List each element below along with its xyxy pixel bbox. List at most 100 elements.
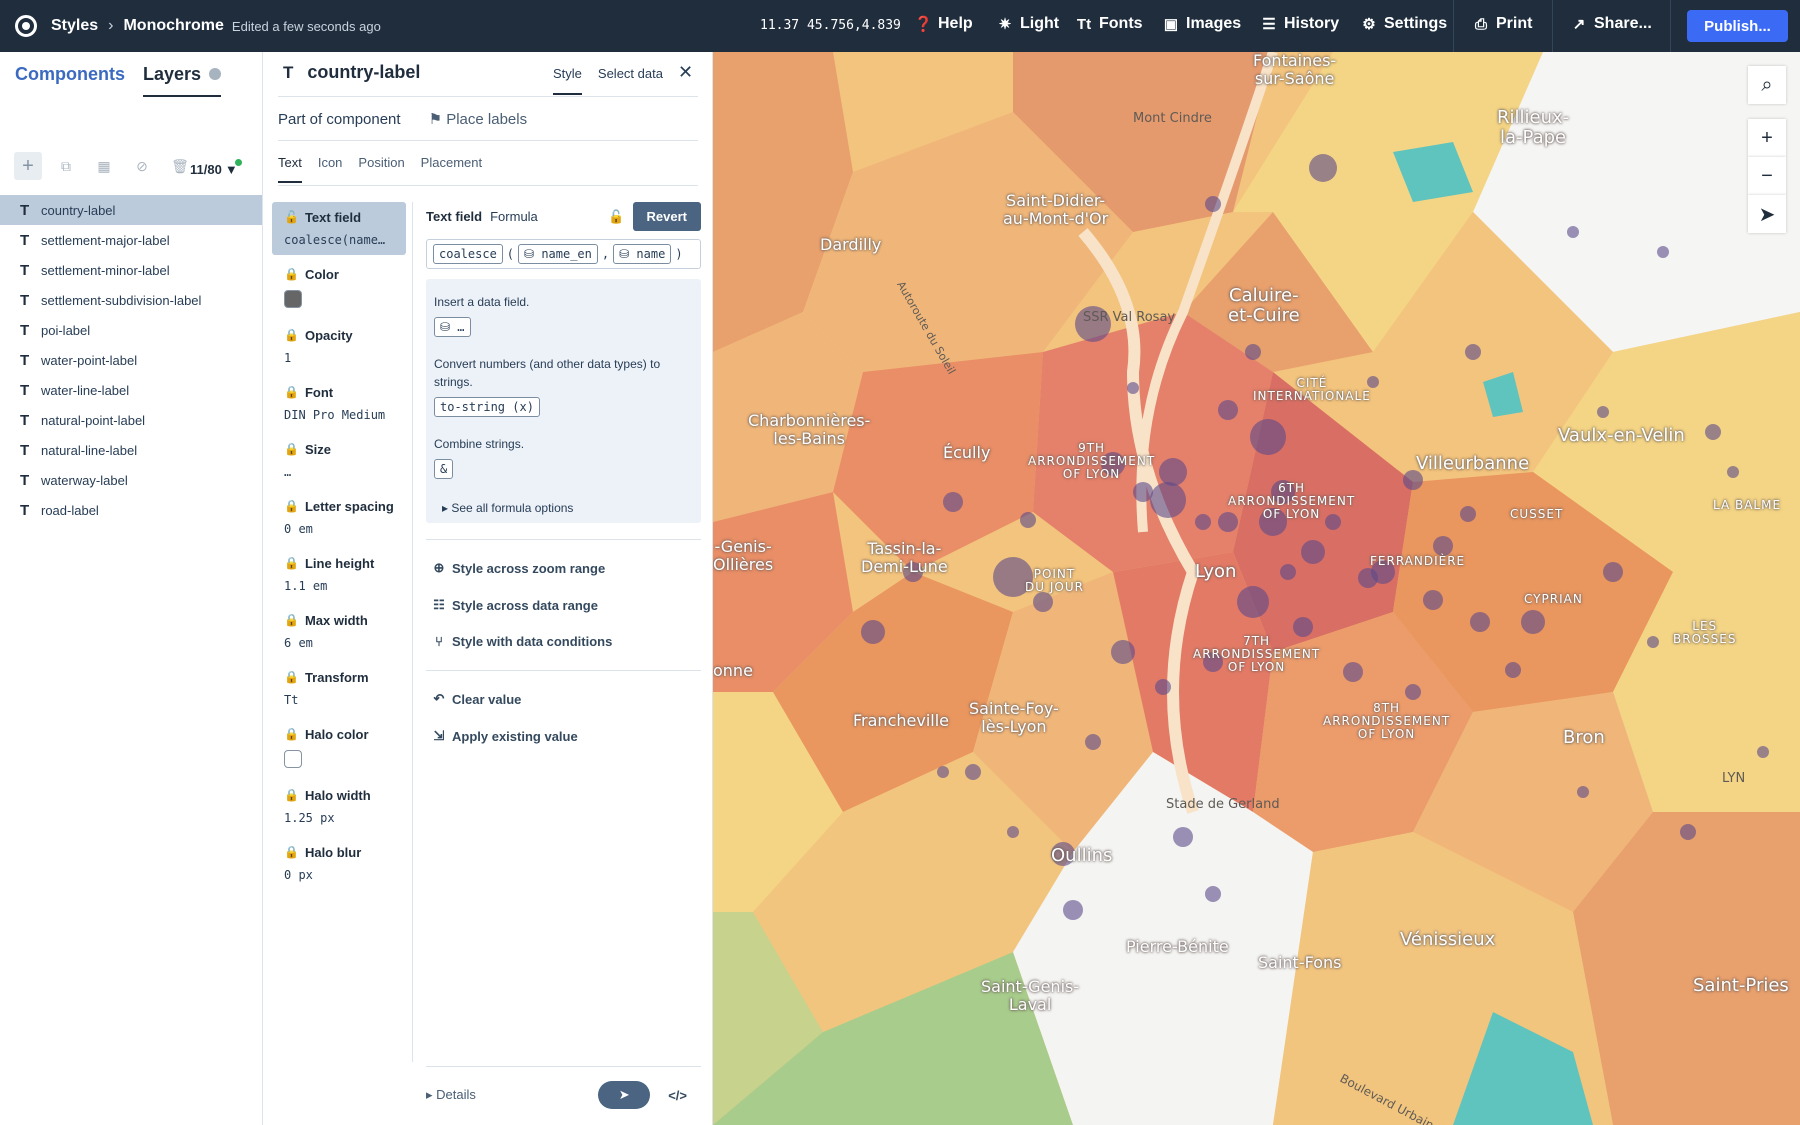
place-label: Bron — [1563, 727, 1605, 748]
clear-value-button[interactable]: ↶ Clear value — [426, 691, 701, 707]
app-logo-icon[interactable] — [15, 15, 37, 37]
edit-status: Edited a few seconds ago — [231, 18, 381, 34]
data-circle — [1085, 734, 1101, 750]
place-label: 7TH ARRONDISSEMENT OF LYON — [1193, 634, 1321, 675]
layer-label: settlement-subdivision-label — [41, 292, 202, 308]
property-value: Tt — [284, 693, 299, 707]
property-item[interactable]: 🔒 Letter spacing 0 em — [272, 491, 406, 544]
unlock-icon[interactable]: 🔓 — [608, 209, 624, 225]
property-detail: Text field Formula 🔓 Revert coalesce( ⛁ … — [426, 202, 701, 765]
close-icon[interactable]: ✕ — [678, 62, 693, 83]
style-data-conditions-button[interactable]: ⑂ Style with data conditions — [426, 634, 701, 649]
combine-chip[interactable]: & — [434, 459, 454, 479]
layer-item[interactable]: Troad-label — [0, 495, 262, 525]
property-item[interactable]: 🔒 Transform Tt — [272, 662, 406, 715]
style-name[interactable]: Monochrome — [123, 17, 223, 35]
layer-item[interactable]: Twater-line-label — [0, 375, 262, 405]
revert-button[interactable]: Revert — [632, 202, 701, 231]
color-swatch[interactable] — [284, 750, 302, 768]
history-button[interactable]: ☰ History — [1260, 15, 1339, 33]
layer-item[interactable]: Tsettlement-subdivision-label — [0, 285, 262, 315]
property-item[interactable]: 🔒 Color — [272, 259, 406, 316]
lock-icon: 🔒 — [284, 442, 299, 456]
map-canvas[interactable]: Fontaines- sur-Saône Rillieux- la-Pape M… — [713, 52, 1800, 1125]
data-circle — [943, 492, 963, 512]
tab-layers[interactable]: Layers — [143, 64, 222, 97]
layer-item[interactable]: Tnatural-point-label — [0, 405, 262, 435]
compass-icon[interactable]: ➤ — [1748, 195, 1786, 233]
property-item[interactable]: 🔒 Halo color — [272, 719, 406, 776]
layer-editor-panel: Tcountry-label Style Select data ✕ Part … — [263, 52, 713, 1125]
subtab-text[interactable]: Text — [278, 155, 302, 183]
layer-item[interactable]: Tcountry-label — [0, 195, 262, 225]
apply-existing-value-button[interactable]: ⇲ Apply existing value — [426, 728, 701, 744]
poi-label: Mont Cindre — [1133, 111, 1212, 126]
print-button[interactable]: ⎙ Print — [1472, 15, 1532, 33]
property-item[interactable]: 🔒 Max width 6 em — [272, 605, 406, 658]
code-view-icon[interactable]: </> — [668, 1088, 687, 1103]
layer-label: water-line-label — [41, 382, 130, 398]
light-button[interactable]: ✷ Light — [996, 15, 1059, 33]
data-circle — [1150, 482, 1186, 518]
property-item[interactable]: 🔓 Text field coalesce(name… — [272, 202, 406, 255]
data-circle — [1033, 592, 1053, 612]
data-circle — [1063, 900, 1083, 920]
settings-button[interactable]: ⚙ Settings — [1360, 15, 1447, 33]
style-across-data-button[interactable]: ☷ Style across data range — [426, 597, 701, 613]
group-layers-icon[interactable]: ▦ — [90, 152, 118, 180]
tab-style[interactable]: Style — [553, 66, 582, 95]
fn-chip[interactable]: coalesce — [433, 244, 503, 264]
select-mode-button[interactable]: ➤ — [598, 1081, 651, 1109]
zoom-in-button[interactable]: + — [1748, 119, 1786, 157]
property-item[interactable]: 🔒 Line height 1.1 em — [272, 548, 406, 601]
color-swatch[interactable] — [284, 290, 302, 308]
tab-select-data[interactable]: Select data — [598, 66, 663, 95]
see-all-formula-options[interactable]: ▸ See all formula options — [442, 501, 693, 515]
to-string-chip[interactable]: to-string (x) — [434, 397, 540, 417]
layer-item[interactable]: Tsettlement-minor-label — [0, 255, 262, 285]
component-link[interactable]: ⚑ Place labels — [429, 110, 528, 128]
layer-item[interactable]: Tpoi-label — [0, 315, 262, 345]
app-name[interactable]: Styles — [51, 17, 98, 35]
details-toggle[interactable]: ▸ Details — [426, 1087, 476, 1103]
help-button[interactable]: ❓ Help — [914, 15, 973, 33]
property-label: Transform — [304, 670, 369, 685]
layer-item[interactable]: Tnatural-line-label — [0, 435, 262, 465]
publish-button[interactable]: Publish... — [1687, 10, 1788, 42]
layer-item[interactable]: Twater-point-label — [0, 345, 262, 375]
data-circle — [1343, 662, 1363, 682]
property-item[interactable]: 🔒 Font DIN Pro Medium — [272, 377, 406, 430]
property-label: Line height — [304, 556, 375, 571]
duplicate-layer-icon[interactable]: ⧉ — [52, 152, 80, 180]
lock-icon: 🔒 — [284, 727, 299, 741]
subtab-placement[interactable]: Placement — [421, 155, 482, 183]
data-circle — [1155, 679, 1171, 695]
layer-label: water-point-label — [41, 352, 138, 368]
caret-right-icon: ▸ — [442, 501, 452, 515]
hide-layer-icon[interactable]: ⊘ — [128, 152, 156, 180]
field-chip[interactable]: ⛁ name — [613, 244, 672, 264]
layer-item[interactable]: Twaterway-label — [0, 465, 262, 495]
add-layer-button[interactable]: + — [14, 152, 42, 180]
insert-field-chip[interactable]: ⛁ … — [434, 317, 471, 337]
layer-count[interactable]: 11/80 ▼ — [190, 159, 245, 177]
layer-list: Tcountry-label Tsettlement-major-label Tse… — [0, 195, 262, 525]
property-item[interactable]: 🔒 Size… — [272, 434, 406, 487]
subtab-position[interactable]: Position — [358, 155, 404, 183]
tab-components[interactable]: Components — [15, 64, 125, 97]
lock-icon: 🔒 — [284, 845, 299, 859]
fonts-button[interactable]: Tt Fonts — [1075, 15, 1143, 33]
layer-item[interactable]: Tsettlement-major-label — [0, 225, 262, 255]
property-item[interactable]: 🔒 Halo width 1.25 px — [272, 780, 406, 833]
property-item[interactable]: 🔒 Halo blur 0 px — [272, 837, 406, 890]
share-button[interactable]: ↗ Share... — [1570, 15, 1652, 33]
field-chip[interactable]: ⛁ name_en — [518, 244, 598, 264]
style-across-zoom-button[interactable]: ⊕ Style across zoom range — [426, 560, 701, 576]
formula-input[interactable]: coalesce( ⛁ name_en, ⛁ name) — [426, 239, 701, 269]
zoom-out-button[interactable]: − — [1748, 157, 1786, 195]
data-circle — [1647, 636, 1659, 648]
search-icon[interactable]: ⌕ — [1748, 66, 1786, 104]
property-item[interactable]: 🔒 Opacity 1 — [272, 320, 406, 373]
images-button[interactable]: ▣ Images — [1162, 15, 1241, 33]
subtab-icon[interactable]: Icon — [318, 155, 343, 183]
